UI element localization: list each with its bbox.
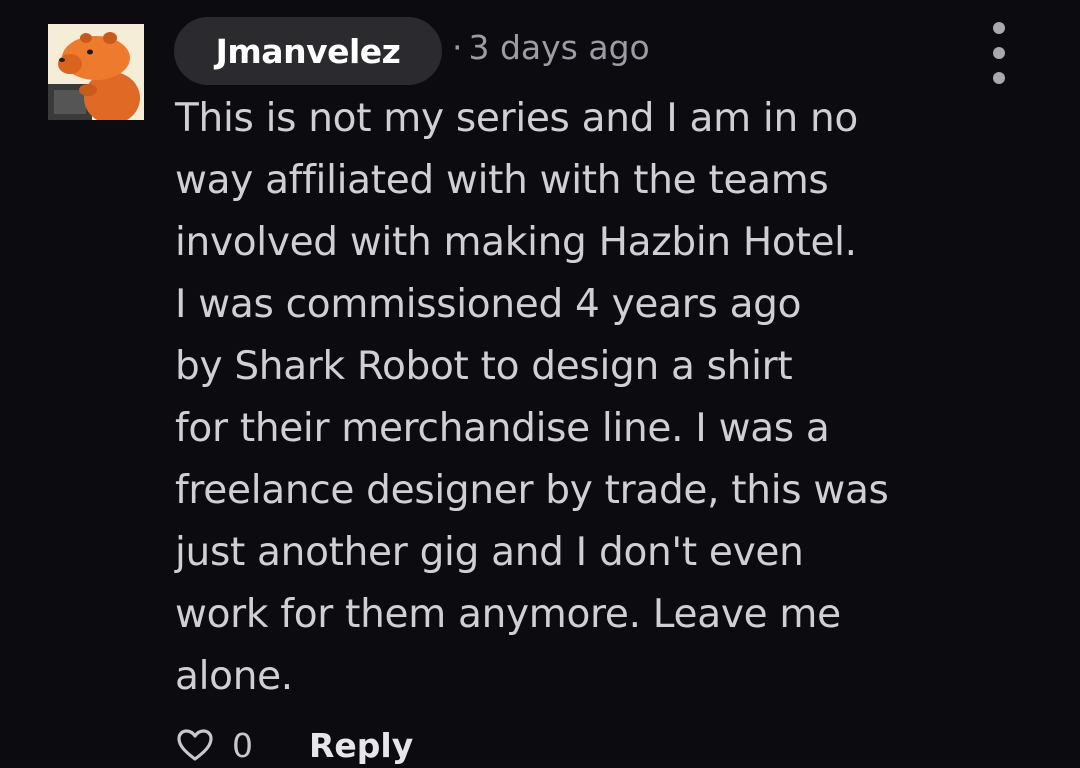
comment-body: This is not my series and I am in no way…: [175, 88, 1035, 708]
avatar-image: [48, 24, 144, 120]
comment-body-line: alone.: [175, 654, 293, 699]
like-count: 0: [232, 725, 253, 765]
timestamp: 3 days ago: [468, 28, 650, 67]
comment: Jmanvelez · 3 days ago This is not my ser…: [0, 0, 1080, 768]
author-name[interactable]: Jmanvelez: [216, 32, 401, 71]
comment-body-line: for their merchandise line. I was a: [175, 406, 830, 451]
comment-body-line: just another gig and I don't even: [175, 530, 804, 575]
like-button[interactable]: 0: [176, 726, 253, 765]
more-dot: [993, 22, 1005, 34]
comment-body-line: This is not my series and I am in no: [175, 96, 858, 141]
comment-body-line: I was commissioned 4 years ago: [175, 282, 802, 327]
comment-actions: 0 Reply: [176, 722, 413, 768]
comment-body-line: work for them anymore. Leave me: [175, 592, 841, 637]
comment-body-line: freelance designer by trade, this was: [175, 468, 889, 513]
meta-separator: ·: [452, 28, 463, 67]
comment-body-line: involved with making Hazbin Hotel.: [175, 220, 857, 265]
username-pill[interactable]: Jmanvelez: [174, 17, 442, 85]
capybara-avatar-icon[interactable]: [48, 24, 144, 120]
more-dot: [993, 72, 1005, 84]
comment-meta: · 3 days ago: [452, 28, 650, 67]
comment-body-line: way affiliated with with the teams: [175, 158, 829, 203]
comment-body-line: by Shark Robot to design a shirt: [175, 344, 793, 389]
more-dot: [993, 47, 1005, 59]
more-options-icon[interactable]: [982, 22, 1016, 84]
reply-button[interactable]: Reply: [309, 726, 413, 765]
heart-outline-icon: [177, 729, 213, 761]
